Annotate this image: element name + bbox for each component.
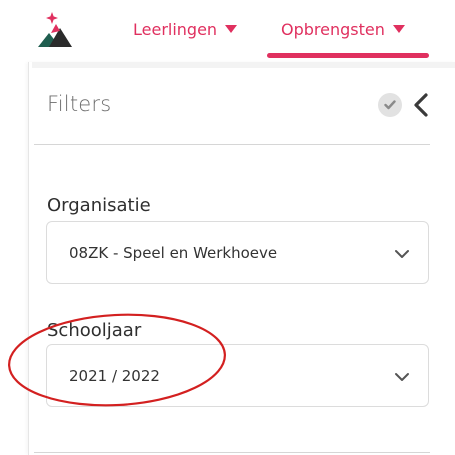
chevron-down-icon (395, 373, 409, 381)
app-logo-icon[interactable] (38, 10, 74, 48)
nav-item-leerlingen[interactable]: Leerlingen (133, 18, 238, 40)
organisatie-select[interactable]: 08ZK - Speel en Werkhoeve (46, 221, 429, 284)
caret-down-icon (225, 25, 238, 33)
divider (34, 452, 430, 453)
schooljaar-value: 2021 / 2022 (69, 367, 160, 385)
check-icon (384, 100, 396, 110)
panel-top-edge (32, 62, 455, 68)
nav-item-label: Leerlingen (133, 19, 218, 39)
caret-down-icon (392, 25, 405, 33)
top-navigation-bar: Leerlingen Opbrengsten (0, 0, 455, 62)
chevron-down-icon (395, 250, 409, 258)
organisatie-value: 08ZK - Speel en Werkhoeve (69, 244, 278, 262)
schooljaar-label: Schooljaar (47, 320, 142, 341)
nav-item-opbrengsten[interactable]: Opbrengsten (281, 18, 405, 40)
chevron-left-icon[interactable] (411, 92, 431, 118)
active-tab-indicator (267, 53, 429, 58)
filters-title: Filters (47, 92, 112, 116)
divider (34, 144, 430, 145)
nav-item-label: Opbrengsten (281, 19, 385, 39)
organisatie-label: Organisatie (47, 195, 151, 216)
filters-status-badge (378, 93, 402, 117)
schooljaar-select[interactable]: 2021 / 2022 (46, 344, 429, 407)
